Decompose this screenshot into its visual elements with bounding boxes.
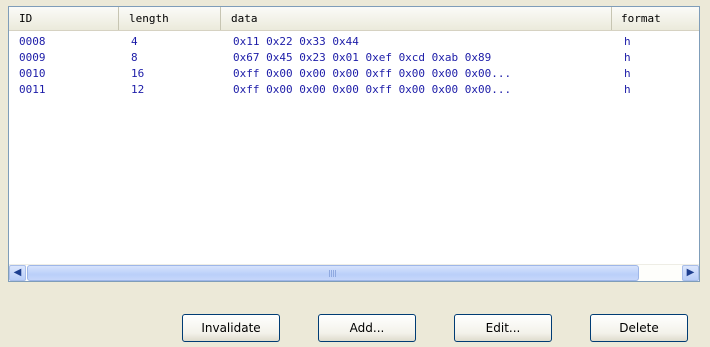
row-data: 0x67 0x45 0x23 0x01 0xef 0xcd 0xab 0x89 xyxy=(233,51,492,64)
table-row[interactable]: 0008 4 0x11 0x22 0x33 0x44 h xyxy=(9,34,699,50)
row-format: h xyxy=(624,51,631,64)
column-header-data[interactable]: data xyxy=(221,7,612,30)
table-row[interactable]: 0009 8 0x67 0x45 0x23 0x01 0xef 0xcd 0xa… xyxy=(9,50,699,66)
row-length: 16 xyxy=(131,67,145,80)
row-format: h xyxy=(624,83,631,96)
column-header-id[interactable]: ID xyxy=(9,7,119,30)
edit-button[interactable]: Edit... xyxy=(454,314,552,342)
table-row[interactable]: 0011 12 0xff 0x00 0x00 0x00 0xff 0x00 0x… xyxy=(9,82,699,98)
scroll-left-button[interactable]: ◀ xyxy=(9,265,26,281)
list-rows: 0008 4 0x11 0x22 0x33 0x44 h 0009 8 0x67… xyxy=(9,34,699,98)
list-header: ID length data format xyxy=(9,7,699,31)
column-header-length[interactable]: length xyxy=(119,7,221,30)
row-format: h xyxy=(624,67,631,80)
table-row[interactable]: 0010 16 0xff 0x00 0x00 0x00 0xff 0x00 0x… xyxy=(9,66,699,82)
invalidate-button[interactable]: Invalidate xyxy=(182,314,280,342)
horizontal-scrollbar[interactable]: ◀ ▶ xyxy=(9,264,699,281)
scroll-grip-icon xyxy=(329,270,337,277)
arrow-right-icon: ▶ xyxy=(686,267,695,278)
arrow-left-icon: ◀ xyxy=(13,267,22,278)
row-format: h xyxy=(624,35,631,48)
column-header-format[interactable]: format xyxy=(612,7,699,30)
row-data: 0x11 0x22 0x33 0x44 xyxy=(233,35,359,48)
row-id: 0011 xyxy=(19,83,46,96)
row-length: 4 xyxy=(131,35,138,48)
add-button[interactable]: Add... xyxy=(318,314,416,342)
row-length: 8 xyxy=(131,51,138,64)
delete-button[interactable]: Delete xyxy=(590,314,688,342)
row-data: 0xff 0x00 0x00 0x00 0xff 0x00 0x00 0x00.… xyxy=(233,83,512,96)
message-list[interactable]: ID length data format 0008 4 0x11 0x22 0… xyxy=(8,6,700,282)
row-id: 0010 xyxy=(19,67,46,80)
row-id: 0008 xyxy=(19,35,46,48)
scroll-right-button[interactable]: ▶ xyxy=(682,265,699,281)
row-id: 0009 xyxy=(19,51,46,64)
row-length: 12 xyxy=(131,83,145,96)
row-data: 0xff 0x00 0x00 0x00 0xff 0x00 0x00 0x00.… xyxy=(233,67,512,80)
scroll-thumb[interactable] xyxy=(27,265,639,281)
